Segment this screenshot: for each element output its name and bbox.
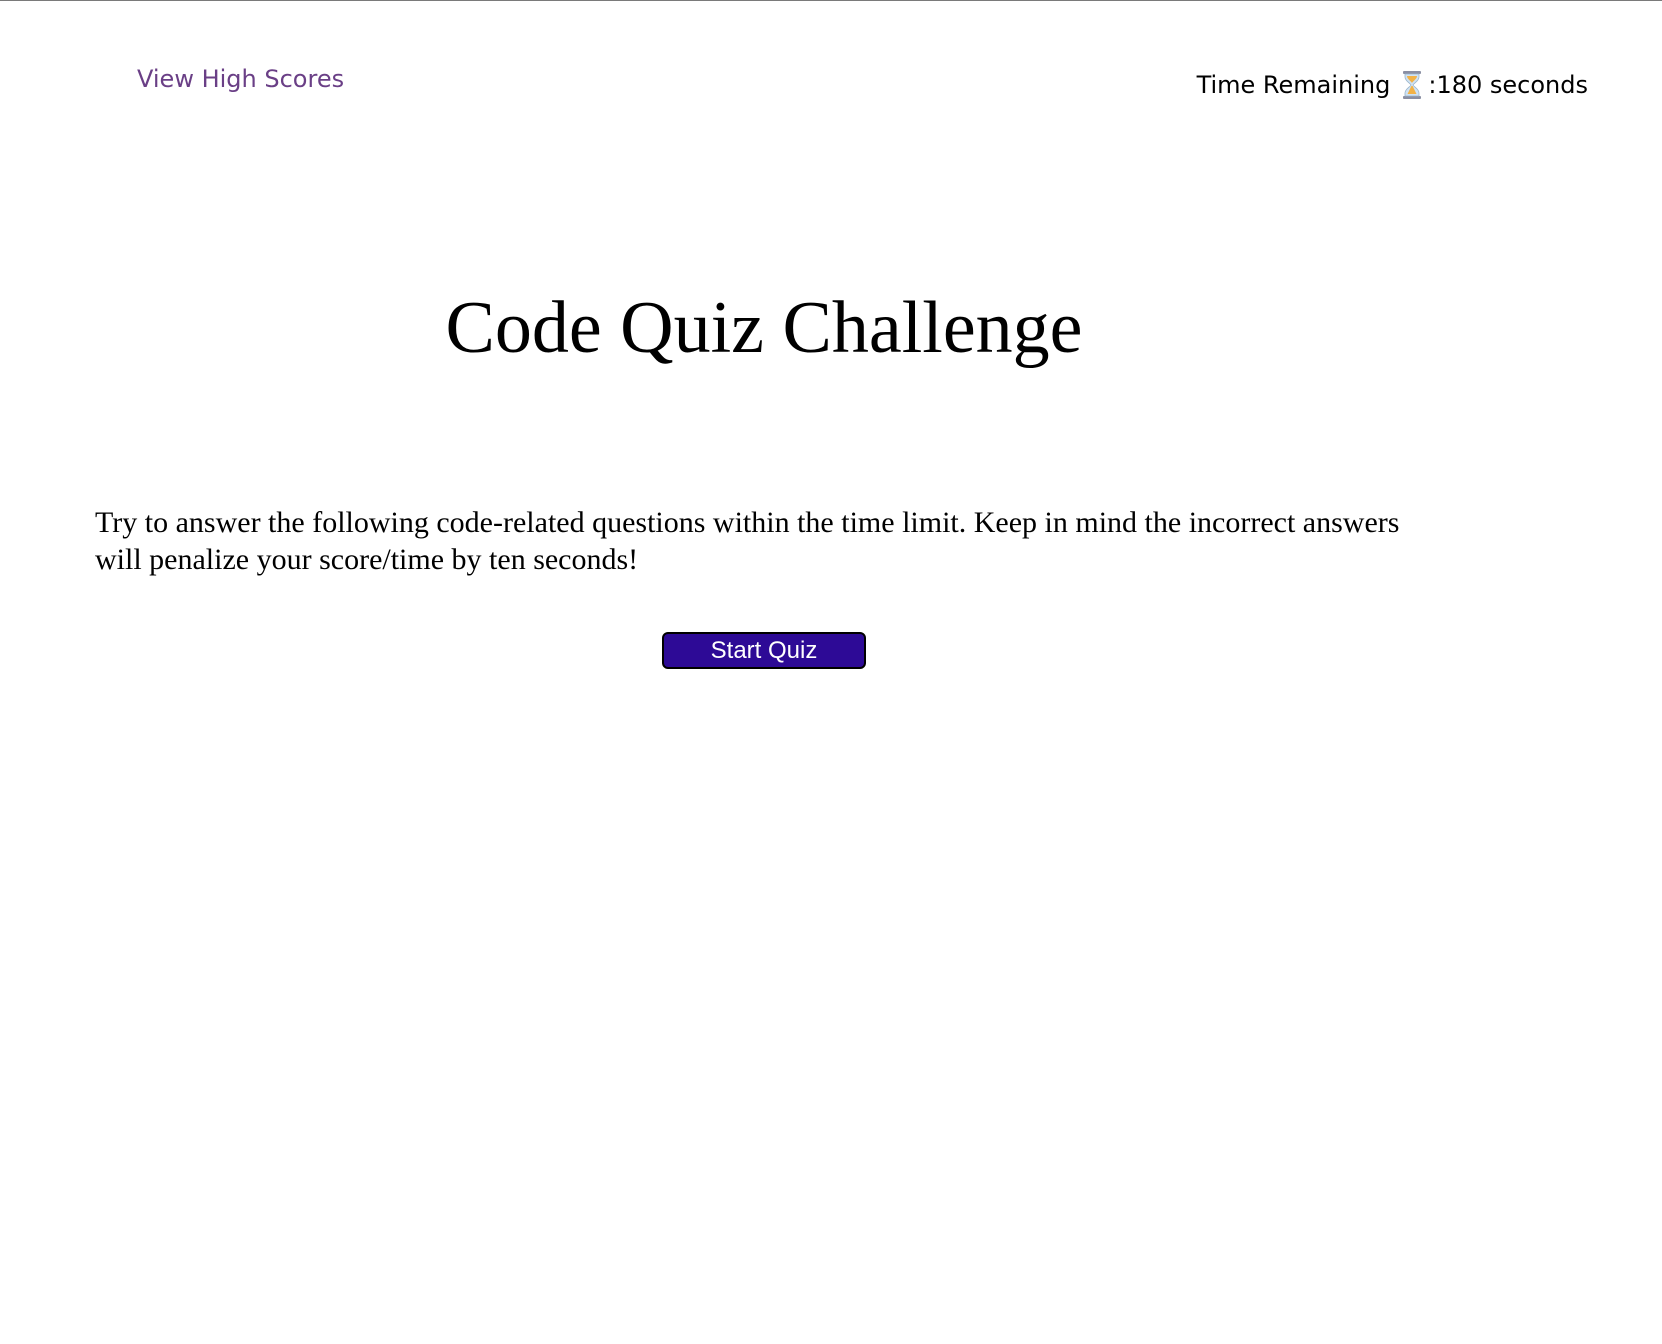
timer: Time Remaining :180 seconds [1197, 71, 1588, 99]
intro-text: Try to answer the following code-related… [95, 506, 1400, 576]
page-title: Code Quiz Challenge [445, 287, 1083, 369]
quiz-page: View High Scores Time Remaining :180 sec… [0, 0, 1662, 1344]
header: View High Scores Time Remaining :180 sec… [0, 1, 1662, 151]
start-quiz-button[interactable]: Start Quiz [662, 632, 866, 669]
timer-label: Time Remaining [1196, 71, 1391, 99]
timer-value: :180 seconds [1428, 71, 1588, 99]
view-high-scores-link[interactable]: View High Scores [137, 67, 344, 91]
hourglass-icon [1402, 71, 1422, 99]
